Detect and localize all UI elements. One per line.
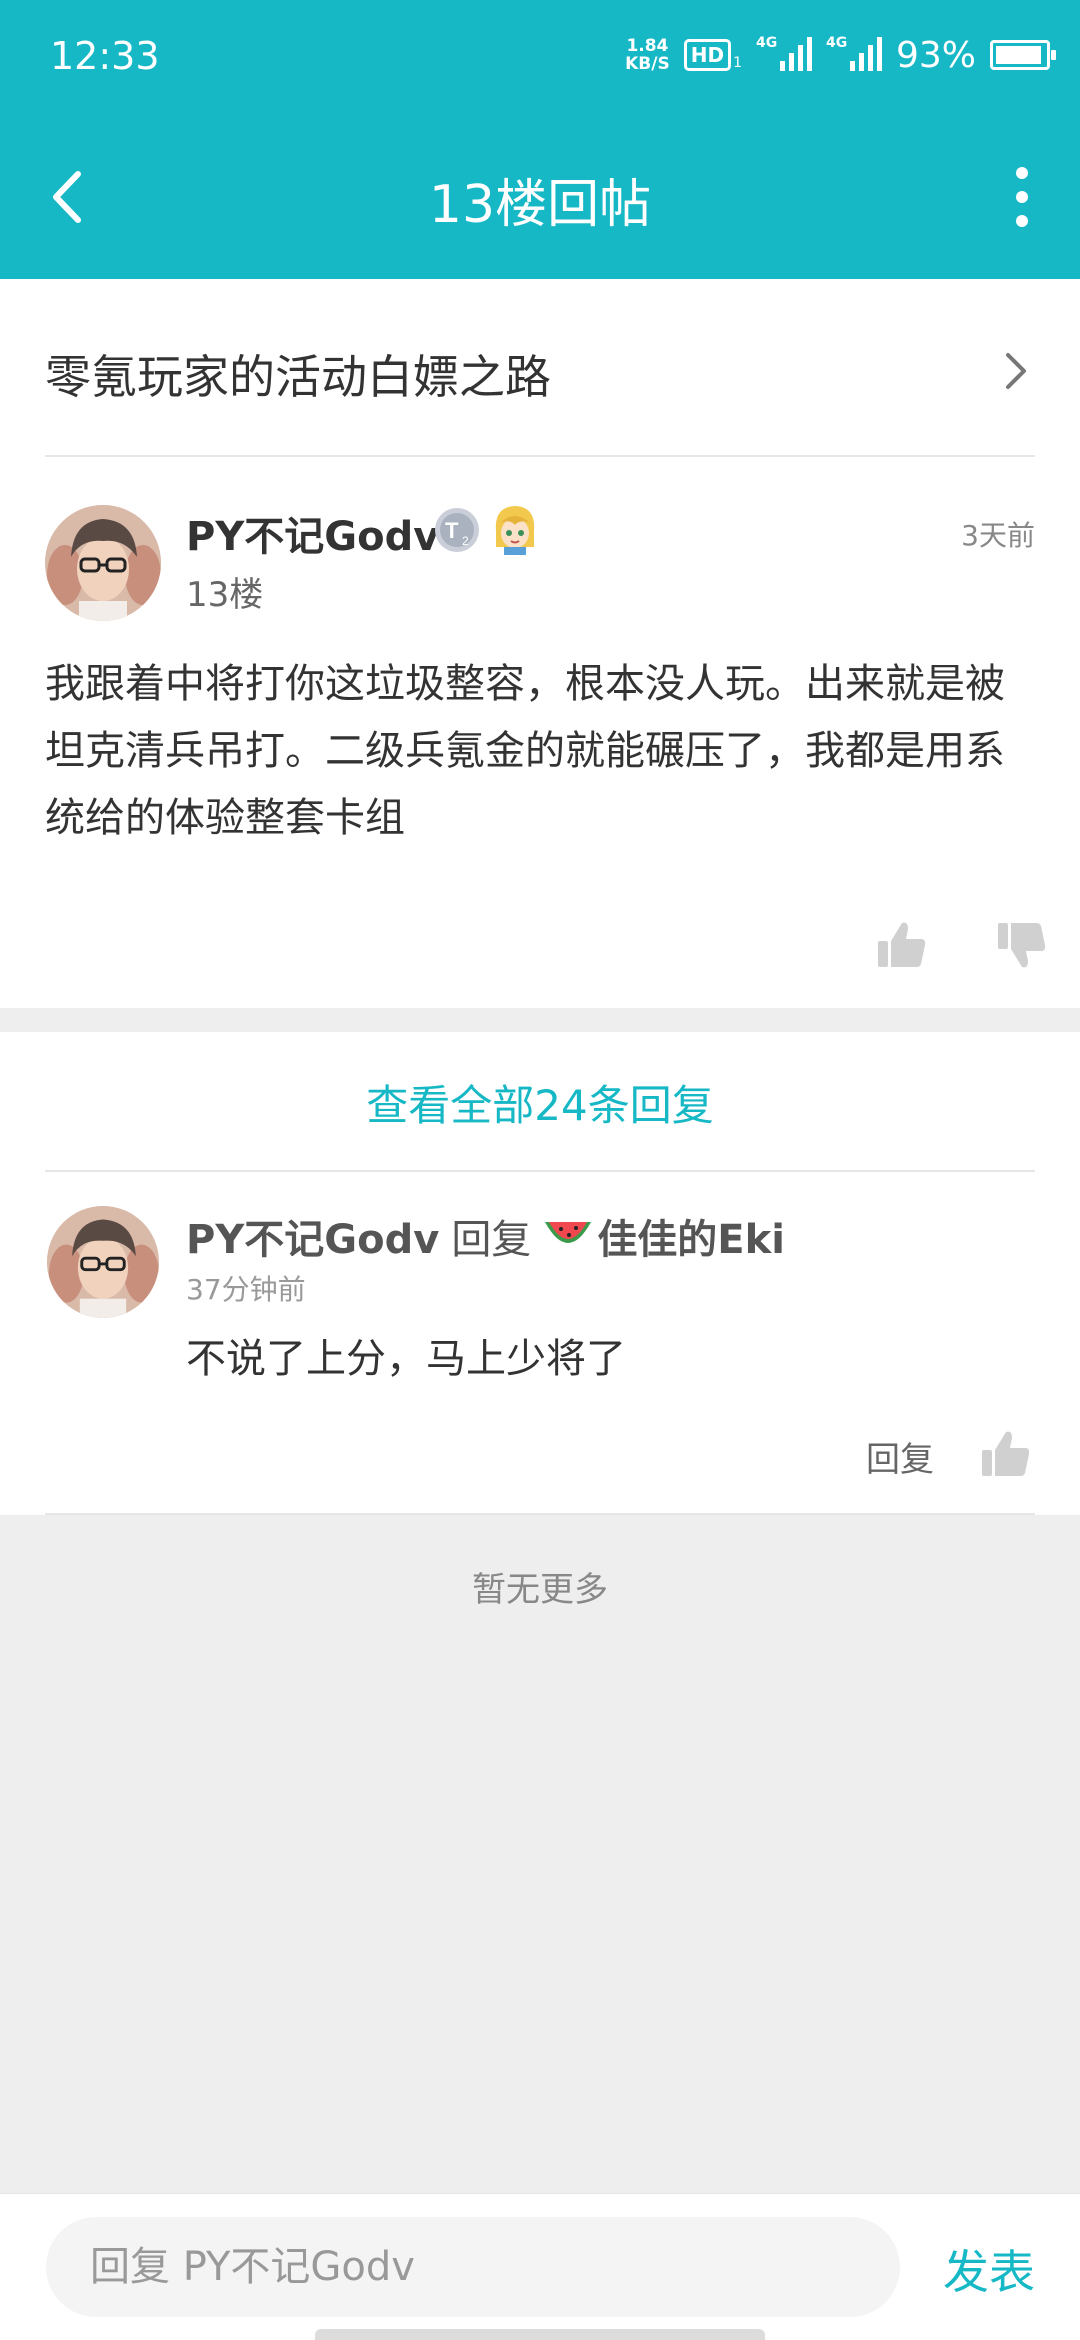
reply-verb: 回复 — [451, 1217, 532, 1263]
send-button[interactable]: 发表 — [943, 2236, 1035, 2302]
reply-time: 37分钟前 — [186, 1273, 306, 1306]
signal-icon: 4G — [756, 35, 812, 75]
dislike-button[interactable] — [996, 919, 1048, 971]
author-name[interactable]: PY不记Godv — [186, 504, 439, 562]
status-indicators: 1.84 KB/S HD 1 4G 4G 93% — [625, 30, 1056, 80]
avatar[interactable] — [45, 505, 161, 621]
reply-button[interactable]: 回复 — [866, 1432, 934, 1481]
reply-body: 不说了上分，马上少将了 — [186, 1336, 626, 1382]
network-speed: 1.84 KB/S — [625, 36, 670, 74]
view-all-replies-link[interactable]: 查看全部24条回复 — [0, 1072, 1080, 1133]
thumbs-up-icon — [982, 1431, 1030, 1476]
topic-link[interactable]: 零氪玩家的活动白嫖之路 — [45, 279, 1035, 457]
reply-target[interactable]: 佳佳的Eki — [597, 1207, 785, 1265]
thumbs-down-icon — [998, 923, 1046, 968]
svg-text:2: 2 — [462, 534, 469, 548]
reply-input[interactable] — [46, 2217, 900, 2317]
post-time: 3天前 — [961, 519, 1035, 552]
page-title: 13楼回帖 — [428, 175, 652, 235]
home-indicator[interactable] — [315, 2329, 765, 2340]
nav-bar: 13楼回帖 — [0, 112, 1080, 279]
top-bar: 12:33 1.84 KB/S HD 1 4G 4G 93% 13楼回帖 — [0, 0, 1080, 279]
topic-title: 零氪玩家的活动白嫖之路 — [45, 350, 551, 404]
girl-avatar-badge-icon — [495, 506, 535, 555]
level-badge-icon: T 2 — [435, 508, 479, 552]
watermelon-icon — [545, 1222, 592, 1243]
replies-card: 查看全部24条回复 PY不记Godv 回复 佳佳的Eki 37分钟前 不说了上分… — [0, 1032, 1080, 1515]
divider — [45, 1513, 1035, 1515]
signal-icon: 4G — [826, 35, 882, 75]
battery-icon — [990, 40, 1056, 70]
avatar-image — [47, 1206, 159, 1318]
reply-composer: 发表 — [0, 2193, 1080, 2340]
post-body: 我跟着中将打你这垃圾整容，根本没人玩。出来就是被坦克清兵吊打。二级兵氪金的就能碾… — [45, 661, 1005, 841]
status-time: 12:33 — [50, 34, 160, 78]
like-button[interactable] — [876, 919, 928, 971]
svg-text:T: T — [445, 518, 459, 543]
no-more-label: 暂无更多 — [472, 1570, 608, 1610]
avatar-image — [45, 505, 161, 621]
reply-header: PY不记Godv 回复 佳佳的Eki — [186, 1207, 785, 1265]
avatar[interactable] — [47, 1206, 159, 1318]
more-vertical-icon — [1016, 167, 1028, 179]
thumbs-up-icon — [878, 922, 926, 967]
more-button[interactable] — [1014, 167, 1030, 227]
status-bar: 12:33 1.84 KB/S HD 1 4G 4G 93% — [0, 0, 1080, 112]
reply-author[interactable]: PY不记Godv — [186, 1207, 439, 1265]
section-divider — [0, 1008, 1080, 1032]
floor-number: 13楼 — [186, 575, 264, 615]
battery-percent: 93% — [895, 34, 976, 76]
chevron-right-icon — [1006, 353, 1026, 389]
hd-indicator: HD 1 — [683, 39, 742, 71]
divider — [45, 1170, 1035, 1172]
reply-like-button[interactable] — [980, 1428, 1032, 1480]
post-card: 零氪玩家的活动白嫖之路 PY不记Godv T 2 13楼 3天前 我跟着中将打你… — [0, 279, 1080, 1008]
